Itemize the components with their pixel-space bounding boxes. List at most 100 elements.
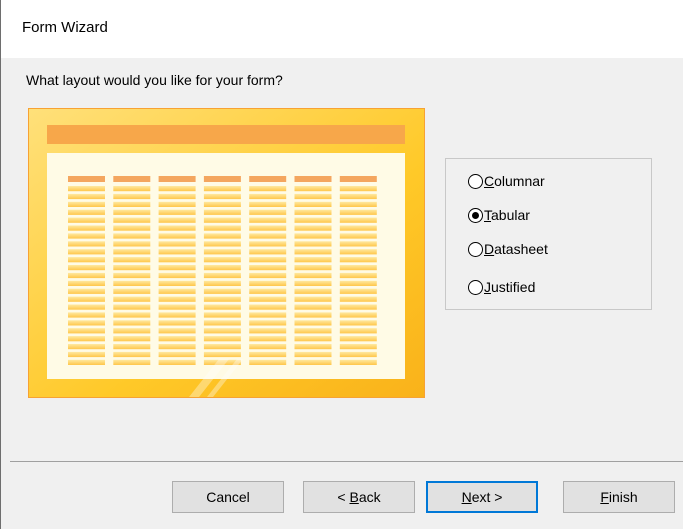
radio-columnar-label: Columnar [484, 173, 545, 189]
preview-cell [339, 351, 377, 358]
preview-cell [68, 193, 105, 200]
preview-cell [249, 320, 287, 326]
preview-cell [113, 351, 151, 358]
radio-indicator-selected[interactable] [468, 207, 483, 223]
preview-cell [158, 209, 196, 215]
preview-cell [158, 186, 196, 192]
preview-column-header [294, 176, 332, 182]
preview-cell [294, 186, 332, 192]
preview-cell [113, 296, 151, 302]
preview-cell [294, 359, 332, 365]
preview-cell [203, 288, 241, 294]
preview-cell [158, 320, 196, 326]
preview-cell [339, 209, 377, 215]
preview-cell [68, 288, 105, 294]
preview-cell [249, 328, 287, 334]
preview-cell [68, 225, 105, 231]
preview-cell [113, 359, 151, 365]
preview-cell [158, 217, 196, 223]
preview-cell [158, 233, 196, 239]
button-divider [10, 461, 683, 462]
layout-question: What layout would you like for your form… [26, 72, 283, 88]
cancel-button[interactable]: Cancel [172, 481, 284, 513]
preview-cell [294, 328, 332, 334]
preview-cell [158, 296, 196, 302]
preview-cell [249, 265, 287, 271]
preview-cell [294, 209, 332, 215]
radio-columnar[interactable]: Columnar [468, 171, 545, 191]
preview-cell [249, 359, 287, 365]
preview-cell [203, 312, 241, 318]
preview-cell [294, 241, 332, 247]
preview-cell [68, 280, 105, 286]
radio-justified[interactable]: Justified [468, 277, 535, 297]
preview-cell [203, 280, 241, 286]
preview-cell [249, 344, 287, 350]
preview-cell [339, 186, 377, 192]
preview-cell [249, 336, 287, 342]
preview-cell [158, 328, 196, 334]
preview-cell [158, 201, 196, 207]
preview-cell [113, 193, 151, 200]
title-bar: Form Wizard [1, 0, 683, 58]
window-title: Form Wizard [22, 19, 108, 36]
preview-cell [203, 193, 241, 200]
radio-datasheet-label: Datasheet [484, 241, 548, 257]
radio-indicator[interactable] [468, 173, 483, 189]
preview-column-header [113, 176, 151, 182]
preview-cell [158, 272, 196, 279]
preview-cell [113, 249, 151, 255]
next-button[interactable]: Next > [426, 481, 538, 513]
preview-cell [113, 217, 151, 223]
preview-cell [294, 344, 332, 350]
preview-cell [203, 249, 241, 255]
preview-cell [294, 272, 332, 279]
preview-cell [339, 225, 377, 231]
back-button[interactable]: < Back [303, 481, 415, 513]
preview-cell [158, 193, 196, 200]
preview-cell [339, 328, 377, 334]
preview-cell [68, 359, 105, 365]
finish-button[interactable]: Finish [563, 481, 675, 513]
preview-cell [294, 257, 332, 263]
radio-tabular[interactable]: Tabular [468, 205, 530, 225]
preview-cell [294, 351, 332, 358]
preview-cell [203, 241, 241, 247]
preview-cell [294, 265, 332, 271]
preview-cell [68, 265, 105, 271]
preview-cell [339, 320, 377, 326]
preview-cell [249, 249, 287, 255]
preview-cell [339, 359, 377, 365]
radio-datasheet[interactable]: Datasheet [468, 239, 548, 259]
preview-cell [113, 328, 151, 334]
preview-cell [339, 249, 377, 255]
layout-options-group: Columnar Tabular Datasheet Justified [445, 158, 652, 310]
preview-cell [249, 257, 287, 263]
preview-cell [249, 233, 287, 239]
preview-cell [68, 336, 105, 342]
preview-cell [294, 296, 332, 302]
preview-cell [113, 280, 151, 286]
preview-cell [339, 304, 377, 310]
preview-cell [113, 209, 151, 215]
preview-cell [113, 304, 151, 310]
preview-cell [203, 344, 241, 350]
preview-cell [113, 265, 151, 271]
preview-cell [68, 344, 105, 350]
preview-cell [294, 217, 332, 223]
preview-cell [203, 225, 241, 231]
preview-cell [339, 296, 377, 302]
radio-indicator[interactable] [468, 241, 483, 257]
preview-cell [113, 241, 151, 247]
preview-cell [68, 249, 105, 255]
preview-cell [339, 217, 377, 223]
radio-indicator[interactable] [468, 279, 483, 295]
preview-cell [68, 209, 105, 215]
preview-cell [203, 336, 241, 342]
preview-cell [113, 225, 151, 231]
preview-cell [294, 193, 332, 200]
preview-cell [249, 201, 287, 207]
preview-cell [249, 241, 287, 247]
preview-cell [68, 296, 105, 302]
preview-cell [339, 193, 377, 200]
